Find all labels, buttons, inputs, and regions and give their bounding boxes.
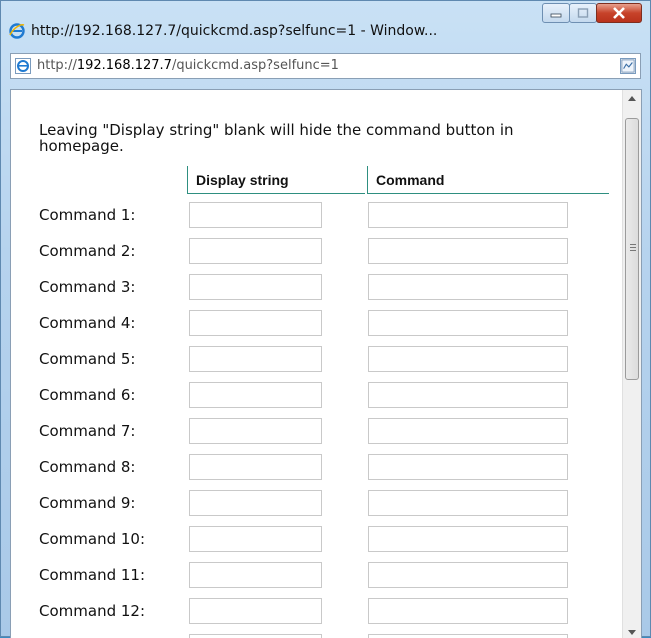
- display-string-input[interactable]: [189, 526, 322, 552]
- command-input[interactable]: [368, 346, 568, 372]
- command-input[interactable]: [368, 382, 568, 408]
- command-input[interactable]: [368, 418, 568, 444]
- command-row: Command 4:: [39, 310, 599, 338]
- display-string-input[interactable]: [189, 598, 322, 624]
- title-bar[interactable]: http://192.168.127.7/quickcmd.asp?selfun…: [1, 1, 650, 45]
- command-row: Command 8:: [39, 454, 599, 482]
- command-label: Command 9:: [39, 494, 136, 512]
- grip-icon: [630, 244, 636, 245]
- command-input[interactable]: [368, 274, 568, 300]
- command-label: Command 3:: [39, 278, 136, 296]
- command-input[interactable]: [368, 598, 568, 624]
- command-label: Command 7:: [39, 422, 136, 440]
- vertical-scrollbar[interactable]: [622, 90, 641, 638]
- command-label: Command 5:: [39, 350, 136, 368]
- compatibility-view-icon[interactable]: [620, 58, 636, 74]
- command-row: Command 6:: [39, 382, 599, 410]
- command-input[interactable]: [368, 634, 568, 638]
- command-input[interactable]: [368, 202, 568, 228]
- display-string-input[interactable]: [189, 310, 322, 336]
- window-controls: [542, 3, 642, 23]
- scroll-up-icon[interactable]: [628, 96, 636, 101]
- command-label: Command 2:: [39, 242, 136, 260]
- command-row: Command 12:: [39, 598, 599, 626]
- display-string-input[interactable]: [189, 274, 322, 300]
- column-header-command: Command: [367, 166, 609, 194]
- display-string-input[interactable]: [189, 382, 322, 408]
- display-string-input[interactable]: [189, 562, 322, 588]
- command-row: Command 11:: [39, 562, 599, 590]
- maximize-button[interactable]: [569, 3, 597, 23]
- maximize-icon: [577, 8, 589, 18]
- display-string-input[interactable]: [189, 418, 322, 444]
- command-row: Command 1:: [39, 202, 599, 230]
- command-label: Command 12:: [39, 602, 146, 620]
- display-string-input[interactable]: [189, 454, 322, 480]
- display-string-input[interactable]: [189, 490, 322, 516]
- command-input[interactable]: [368, 310, 568, 336]
- command-label: Command 10:: [39, 530, 146, 548]
- page-content: Leaving "Display string" blank will hide…: [10, 89, 642, 638]
- command-input[interactable]: [368, 454, 568, 480]
- command-label: Command 4:: [39, 314, 136, 332]
- instruction-text: Leaving "Display string" blank will hide…: [39, 121, 514, 155]
- command-row: Command 3:: [39, 274, 599, 302]
- command-label: Command 1:: [39, 206, 136, 224]
- command-input[interactable]: [368, 562, 568, 588]
- command-row: Command 9:: [39, 490, 599, 518]
- close-button[interactable]: [596, 3, 642, 23]
- command-label: Command 11:: [39, 566, 146, 584]
- command-input[interactable]: [368, 238, 568, 264]
- command-input[interactable]: [368, 490, 568, 516]
- address-bar[interactable]: http://192.168.127.7/quickcmd.asp?selfun…: [10, 53, 641, 79]
- column-header-display-string: Display string: [187, 166, 365, 194]
- display-string-input[interactable]: [189, 202, 322, 228]
- command-row: Command 10:: [39, 526, 599, 554]
- command-row: [39, 634, 599, 638]
- command-input[interactable]: [368, 526, 568, 552]
- command-label: Command 6:: [39, 386, 136, 404]
- scroll-thumb[interactable]: [625, 118, 639, 380]
- display-string-input[interactable]: [189, 238, 322, 264]
- command-row: Command 2:: [39, 238, 599, 266]
- display-string-input[interactable]: [189, 346, 322, 372]
- minimize-icon: [550, 13, 562, 18]
- command-label: Command 8:: [39, 458, 136, 476]
- minimize-button[interactable]: [542, 3, 570, 23]
- popup-window: http://192.168.127.7/quickcmd.asp?selfun…: [0, 0, 651, 638]
- command-row: Command 7:: [39, 418, 599, 446]
- page-icon: [15, 58, 31, 74]
- scroll-down-icon[interactable]: [628, 630, 636, 635]
- ie-logo-icon: [9, 23, 25, 39]
- url-text: http://192.168.127.7/quickcmd.asp?selfun…: [37, 58, 339, 73]
- display-string-input[interactable]: [189, 634, 322, 638]
- window-title: http://192.168.127.7/quickcmd.asp?selfun…: [31, 23, 438, 39]
- command-row: Command 5:: [39, 346, 599, 374]
- close-icon: [613, 7, 625, 19]
